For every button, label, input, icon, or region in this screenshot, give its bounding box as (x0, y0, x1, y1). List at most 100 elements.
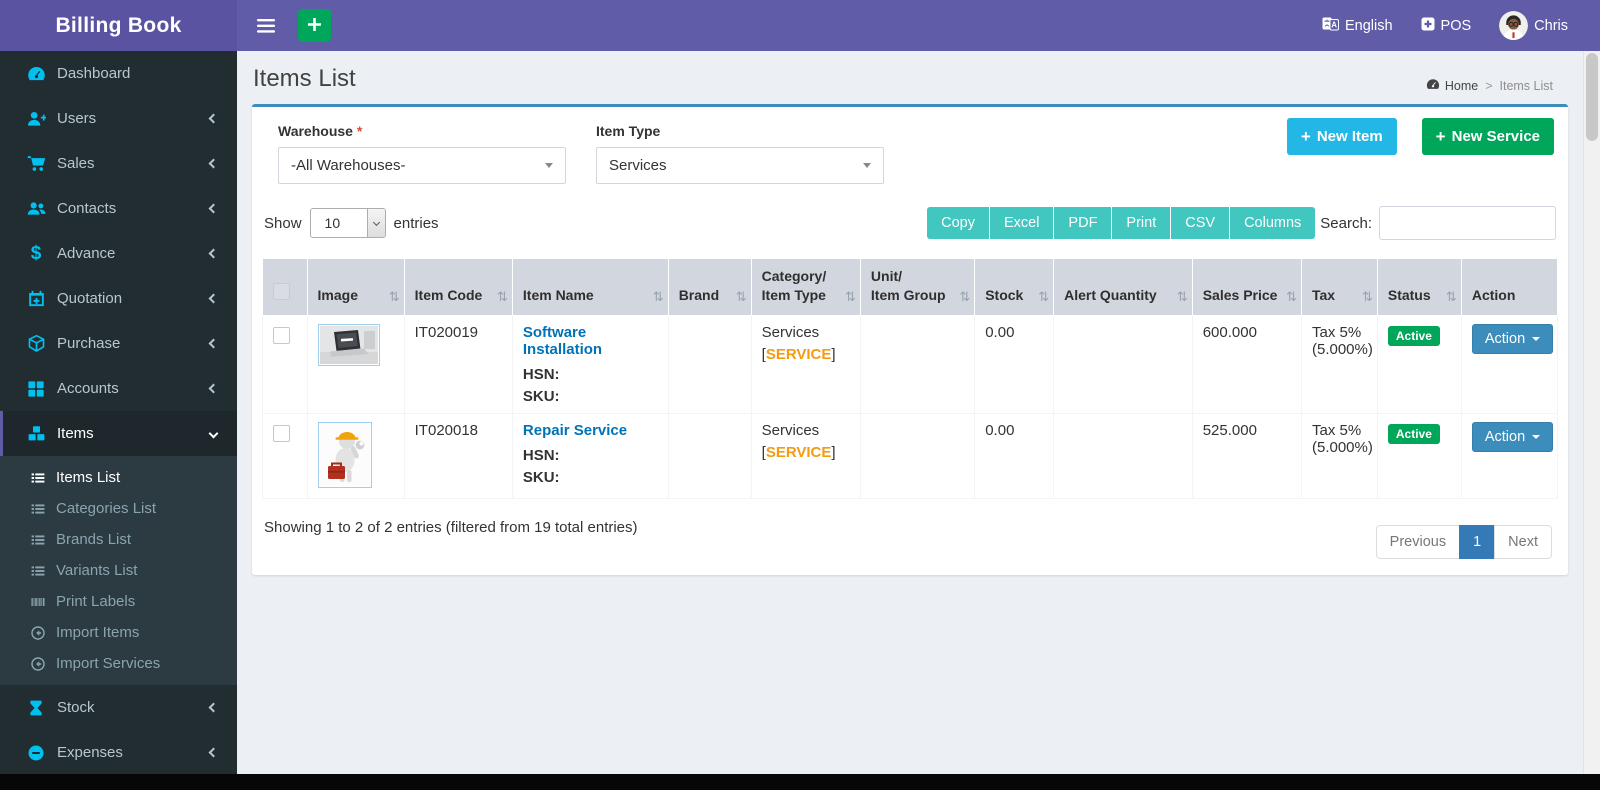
status-badge: Active (1387, 325, 1440, 346)
export-button-group: Copy Excel PDF Print CSV Columns (927, 207, 1316, 239)
column-header-tax[interactable]: Tax ⇅ (1300, 258, 1378, 316)
column-header-alert-quantity[interactable]: Alert Quantity ⇅ (1053, 258, 1193, 316)
items-list-card: Warehouse * -All Warehouses- Item Type S… (252, 104, 1568, 575)
sales-price-cell: 525.000 (1191, 412, 1302, 499)
sidebar-item-users[interactable]: Users (0, 96, 237, 141)
row-checkbox[interactable] (273, 326, 290, 344)
page-1-button[interactable]: 1 (1459, 524, 1496, 559)
sidebar-item-advance[interactable]: $ Advance (0, 231, 237, 276)
stock-cell: 0.00 (974, 314, 1055, 414)
category-value: Services (761, 421, 820, 439)
tax-cell: Tax 5% (5.000%) (1300, 412, 1378, 499)
submenu-item-variants-list[interactable]: Variants List (0, 555, 237, 586)
category-cell: Services [SERVICE] (750, 314, 861, 414)
sidebar-item-items[interactable]: Items (0, 411, 237, 456)
column-header-item-code[interactable]: Item Code ⇅ (403, 258, 513, 316)
column-header-status[interactable]: Status ⇅ (1376, 258, 1462, 316)
column-header-image[interactable]: Image ⇅ (306, 258, 405, 316)
export-csv-button[interactable]: CSV (1171, 207, 1231, 239)
brand-cell (667, 412, 752, 499)
import-icon (28, 656, 48, 672)
breadcrumb-home[interactable]: Home (1426, 77, 1478, 94)
column-header-stock[interactable]: Stock ⇅ (974, 258, 1055, 316)
sort-icon: ⇅ (652, 289, 664, 305)
sales-price-cell: 600.000 (1191, 314, 1302, 414)
pos-label: POS (1440, 17, 1472, 34)
submenu-item-print-labels[interactable]: Print Labels (0, 586, 237, 617)
breadcrumb-separator: > (1485, 78, 1493, 93)
column-header-unit[interactable]: Unit/Item Group ⇅ (859, 258, 976, 316)
language-menu[interactable]: A English (1312, 0, 1403, 51)
chevron-left-icon (208, 248, 219, 259)
export-print-button[interactable]: Print (1112, 207, 1172, 239)
item-type-label: Item Type (596, 123, 661, 139)
export-pdf-button[interactable]: PDF (1054, 207, 1113, 239)
pos-button[interactable]: POS (1411, 0, 1482, 51)
required-asterisk: * (356, 123, 363, 139)
submenu-item-label: Items List (56, 469, 121, 486)
chevron-left-icon (208, 203, 219, 214)
export-excel-button[interactable]: Excel (989, 207, 1055, 239)
brand[interactable]: Billing Book (0, 0, 237, 51)
warehouse-label: Warehouse * (278, 123, 363, 139)
user-menu[interactable]: Chris (1489, 0, 1578, 51)
sidebar-item-sales[interactable]: Sales (0, 141, 237, 186)
list-icon (28, 563, 48, 579)
new-item-button[interactable]: + New Item (1286, 118, 1397, 155)
sidebar-item-quotation[interactable]: Quotation (0, 276, 237, 321)
user-name: Chris (1534, 17, 1568, 34)
export-copy-button[interactable]: Copy (927, 207, 990, 239)
hamburger-icon[interactable] (251, 13, 281, 39)
submenu-item-categories-list[interactable]: Categories List (0, 493, 237, 524)
sidebar-item-expenses[interactable]: Expenses (0, 730, 237, 775)
cart-icon (24, 154, 48, 173)
submenu-item-import-services[interactable]: Import Services (0, 648, 237, 679)
sidebar-item-label: Expenses (57, 744, 123, 761)
sidebar-item-contacts[interactable]: Contacts (0, 186, 237, 231)
sidebar-item-accounts[interactable]: Accounts (0, 366, 237, 411)
select-arrow-icon (366, 209, 385, 237)
content-area: Items List Home > Items List Warehouse * (237, 51, 1583, 774)
status-cell: Active (1376, 412, 1462, 499)
hsn-label: HSN: (522, 365, 560, 383)
new-service-button[interactable]: + New Service (1421, 118, 1554, 155)
sort-icon: ⇅ (496, 289, 508, 305)
column-header-item-name[interactable]: Item Name ⇅ (511, 258, 669, 316)
select-all-header (262, 258, 308, 316)
column-header-brand[interactable]: Brand ⇅ (667, 258, 752, 316)
action-dropdown-button[interactable]: Action (1471, 323, 1554, 354)
sidebar-item-label: Quotation (57, 290, 123, 307)
entries-select[interactable]: 10 (309, 208, 386, 238)
chevron-left-icon (208, 293, 219, 304)
search-input[interactable] (1379, 206, 1556, 240)
breadcrumb: Home > Items List (1426, 77, 1553, 94)
scrollbar-thumb[interactable] (1586, 53, 1598, 141)
previous-page-button[interactable]: Previous (1375, 524, 1461, 559)
language-icon: A (1322, 17, 1339, 35)
plus-icon (308, 17, 321, 34)
scrollbar[interactable] (1583, 51, 1600, 774)
warehouse-select[interactable]: -All Warehouses- (278, 147, 566, 184)
column-header-category[interactable]: Category/Item Type ⇅ (750, 258, 861, 316)
svg-text:A: A (1331, 20, 1337, 29)
submenu-item-brands-list[interactable]: Brands List (0, 524, 237, 555)
filters-row: Warehouse * -All Warehouses- Item Type S… (262, 117, 1558, 196)
table-header-row: Image ⇅ Item Code ⇅ Item Name ⇅ Brand ⇅ Cate… (262, 258, 1559, 316)
columns-visibility-button[interactable]: Columns (1230, 207, 1316, 239)
select-all-checkbox[interactable] (273, 282, 290, 300)
item-name-link[interactable]: Repair Service (523, 422, 627, 439)
action-cell: Action (1460, 314, 1559, 414)
quick-add-button[interactable] (298, 9, 331, 42)
sidebar-item-dashboard[interactable]: Dashboard (0, 51, 237, 96)
action-dropdown-button[interactable]: Action (1471, 421, 1554, 452)
sidebar-item-purchase[interactable]: Purchase (0, 321, 237, 366)
row-checkbox[interactable] (273, 424, 290, 442)
sidebar-item-stock[interactable]: Stock (0, 685, 237, 730)
submenu-item-import-items[interactable]: Import Items (0, 617, 237, 648)
column-header-sales-price[interactable]: Sales Price ⇅ (1191, 258, 1302, 316)
item-type-select[interactable]: Services (596, 147, 884, 184)
next-page-button[interactable]: Next (1494, 524, 1552, 559)
item-code-cell: IT020019 (403, 314, 513, 414)
submenu-item-items-list[interactable]: Items List (0, 462, 237, 493)
item-name-link[interactable]: Software Installation (523, 324, 602, 358)
